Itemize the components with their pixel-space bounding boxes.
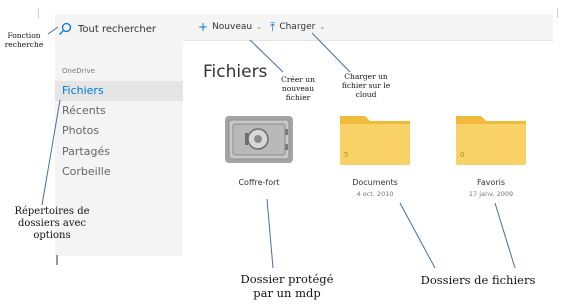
annotation-folders: Dossiers de fichiers: [420, 273, 536, 287]
annotation-new: Créer un nouveau fichier: [281, 75, 315, 102]
arrow-nav: [41, 99, 61, 206]
arrow-folder-favoris: [494, 202, 516, 269]
annotation-nav: Répertoires de dossiers avec options: [14, 206, 90, 241]
arrow-upload: [311, 32, 351, 73]
arrow-new: [249, 39, 284, 73]
arrow-vault: [266, 198, 274, 269]
arrow-search: [47, 26, 59, 35]
annotation-upload: Charger un fichier sur le cloud: [341, 72, 391, 99]
annotation-arrows: [41, 26, 516, 269]
arrow-folder-documents: [399, 202, 436, 269]
annotation-vault: Dossier protégé par un mdp: [240, 272, 334, 300]
annotation-search: Fonction recherche: [4, 31, 44, 49]
